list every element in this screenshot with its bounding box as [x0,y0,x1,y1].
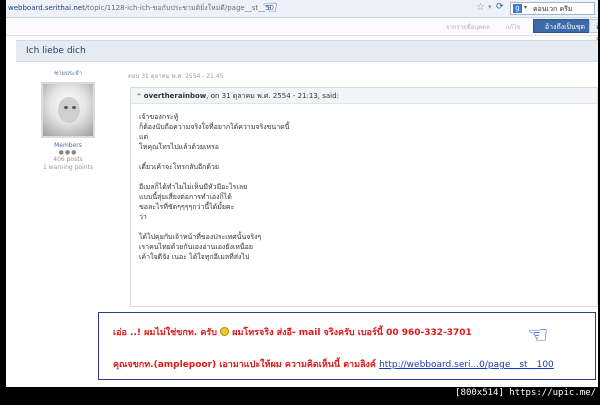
url-text[interactable]: webboard.serithai.net/topic/1128-ich-ich… [8,3,274,14]
quote-line: เราคนไทยด้วยกันเองอ่านเองยังเหนื่อย [139,243,253,251]
member-group: Members [54,142,82,149]
faded-link[interactable]: จากรายชื่อบุคคล [446,22,490,32]
topic-title: Ich liebe dich [26,46,86,56]
quote-line [139,222,289,232]
address-bar[interactable]: webboard.serithai.net/topic/1128-ich-ich… [6,0,598,18]
quote-line: แบบนี้สุ่มเสี่ยงต่อการทำเองก็ได้ [139,193,232,201]
avatar-eye [72,106,76,109]
notice-line-1a: เอ่อ ..! ผมไม่ใช่ขกท. ครับ [113,328,217,338]
avatar-face [58,97,80,123]
quote-line: อีเมลก็ได้ทำไมไม่เห็นมีหัวมีอะไรเลย [139,183,248,191]
avatar-eye [64,106,68,109]
quote-line: เดี๋ยวเค้าจะโทรกลับอีกด้วย [139,163,219,171]
quote-box: ❝ overtherainbow, on 31 ตุลาคม พ.ศ. 2554 … [130,87,598,307]
pointing-hand-icon: ☜ [262,0,279,18]
author-name[interactable]: ชายประจำ [22,68,114,78]
dropdown-icon[interactable]: ▾ [488,3,492,11]
avatar[interactable] [41,82,95,138]
post-date: ตอบ 31 ตุลาคม พ.ศ. 2554 - 21:45 [128,73,224,80]
smiley-icon [220,327,230,336]
quote-icon: ❝ [137,92,141,100]
topic-header: Ich liebe dich [16,40,598,62]
star-icon[interactable]: ☆ [476,2,485,13]
browser-window: webboard.serithai.net/topic/1128-ich-ich… [6,0,598,387]
quote-when: , on 31 ตุลาคม พ.ศ. 2554 - 21:13, said: [206,92,339,100]
post-toolbar: จากรายชื่อบุคคล แก้ไข อ้างถึงเป็นชุด อ้า… [6,18,598,45]
quote-line: เจ้าของกระทู้ [139,113,179,121]
quote-line: ก็ต้องนับถือความจริงใจที่อยากได้ความจริง… [139,123,290,131]
quote-line: เค้าใจดีจัง เนอะ ได้ใจทุกอีเมลที่ส่งไป [139,253,250,261]
quote-header: ❝ overtherainbow, on 31 ตุลาคม พ.ศ. 2554 … [131,88,597,104]
refresh-icon[interactable]: ⟳ [496,2,504,12]
url-domain: webboard.serithai.net [8,4,85,12]
quote-body: เจ้าของกระทู้ก็ต้องนับถือความจริงใจที่อย… [139,112,289,262]
url-path: /topic/1128-ich-ich-ขอกับประชามติยิ่งใหม… [84,4,274,12]
quote-line: โหคุณโทรไปแล้วด้วยเหรอ [139,143,219,151]
quote-line [139,152,289,162]
quote-line [139,172,289,182]
notice-line-1b: ผมโทรจริง ส่งอี- mail จริงครับ เบอร์นี้ … [229,328,472,338]
pointing-hand-icon: ☜ [527,321,549,349]
search-box[interactable]: g ▾ คอนเวก ครีม [510,2,595,15]
notice-box: เอ่อ ..! ผมไม่ใช่ขกท. ครับ ผมโทรจริง ส่ง… [98,312,596,380]
search-input[interactable]: คอนเวก ครีม [533,4,573,15]
notice-link[interactable]: http://webboard.seri...0/page__st__100 [379,360,554,370]
warning-points: 1 warning points [42,164,94,171]
faded-edit-link[interactable]: แก้ไข [506,22,521,32]
notice-line-2: คุณจขกท.(amplepoor) เอามาแปะให้ผม ความคิ… [113,357,554,371]
notice-line-1: เอ่อ ..! ผมไม่ใช่ขกท. ครับ ผมโทรจริง ส่ง… [113,325,472,339]
quote-line: แต่ [139,133,149,141]
chevron-down-icon[interactable]: ▾ [524,4,527,11]
quote-button[interactable]: อ้างถึง [589,19,598,45]
multiquote-button[interactable]: อ้างถึงเป็นชุด [533,19,597,33]
watermark: [800x514] https://upic.me/ [455,388,596,398]
author-panel: ชายประจำ Members ●●● 406 posts 1 warning… [22,68,114,172]
post-count: 406 posts [53,156,83,163]
rank-pips: ●●● [58,149,78,156]
google-icon: g [513,4,522,13]
quote-line: ขอละไรที่ชัดๆๆๆๆกว่านี้ได้มั้ยคะ [139,203,235,211]
quote-author[interactable]: overtherainbow [144,92,207,100]
quote-line: ว่า [139,213,147,221]
notice-line-2a: คุณจขกท.(amplepoor) เอามาแปะให้ผม ความคิ… [113,360,380,370]
quote-line: ได้ไปคุยกับเจ้าหน้าที่ของประเทศนั้นจริงๆ [139,233,262,241]
